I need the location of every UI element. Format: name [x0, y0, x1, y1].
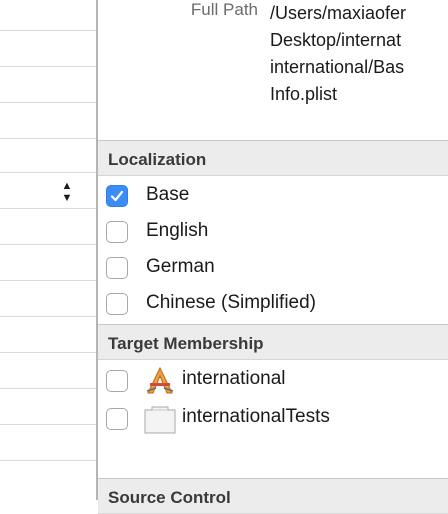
section-title: Source Control [108, 488, 231, 507]
checkmark-icon [110, 190, 124, 202]
checkbox-label: English [146, 220, 209, 241]
checkbox[interactable] [106, 185, 128, 207]
section-title: Localization [108, 150, 207, 169]
target-item-internationaltests[interactable]: internationalTests [98, 404, 448, 434]
full-path-line: Info.plist [270, 84, 338, 104]
checkbox-label: Base [146, 184, 190, 205]
row-divider [0, 172, 96, 173]
file-inspector: Full Path /Users/maxiaofer Desktop/inter… [98, 0, 448, 514]
row-divider [0, 352, 96, 353]
section-title: Target Membership [108, 334, 264, 353]
full-path-value: /Users/maxiaofer Desktop/internat intern… [270, 0, 406, 108]
full-path-line: international/Bas [270, 57, 405, 77]
editor-left-column: ▲ ▼ [0, 0, 96, 500]
localization-item-english[interactable]: English [98, 218, 448, 248]
row-divider [0, 66, 96, 67]
checkbox[interactable] [106, 293, 128, 315]
checkbox-label: Chinese (Simplified) [146, 292, 317, 313]
row-divider [0, 138, 96, 139]
checkbox[interactable] [106, 370, 128, 392]
up-down-stepper-icon[interactable]: ▲ ▼ [60, 180, 74, 206]
target-item-international[interactable]: international [98, 366, 448, 396]
row-divider [0, 316, 96, 317]
target-membership-section-header: Target Membership [98, 324, 448, 360]
row-divider [0, 460, 96, 461]
source-control-section-header: Source Control [98, 478, 448, 514]
localization-item-base[interactable]: Base [98, 182, 448, 212]
checkbox[interactable] [106, 257, 128, 279]
target-label: internationalTests [182, 406, 330, 427]
row-divider [0, 388, 96, 389]
row-divider [0, 244, 96, 245]
localization-item-chinese-simplified[interactable]: Chinese (Simplified) [98, 290, 448, 320]
full-path-line: /Users/maxiaofer [270, 3, 407, 23]
test-bundle-icon [144, 404, 176, 434]
app-target-icon [144, 366, 176, 396]
localization-item-german[interactable]: German [98, 254, 448, 284]
row-divider [0, 208, 96, 209]
row-divider [0, 424, 96, 425]
row-divider [0, 280, 96, 281]
checkbox[interactable] [106, 221, 128, 243]
row-divider [0, 102, 96, 103]
localization-section-header: Localization [98, 140, 448, 176]
checkbox[interactable] [106, 408, 128, 430]
full-path-line: Desktop/internat [270, 30, 402, 50]
row-divider [0, 30, 96, 31]
full-path-label: Full Path [190, 0, 258, 19]
target-label: international [182, 368, 286, 389]
checkbox-label: German [146, 256, 215, 277]
